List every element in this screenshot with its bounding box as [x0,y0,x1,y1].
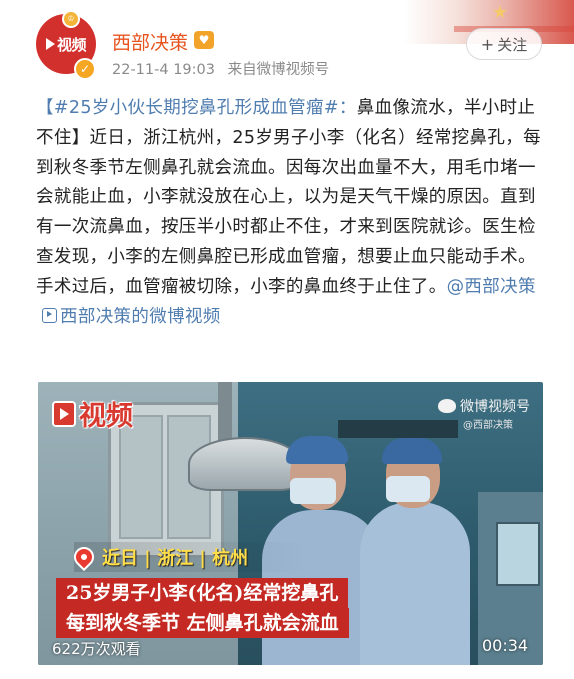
crown-icon: ♔ [62,10,80,28]
follow-button-label: 关注 [497,35,528,54]
avatar-label: 视频 [56,35,87,54]
surgical-lamp [188,437,302,491]
video-duration: 00:34 [482,636,529,655]
post-text: 鼻血像流水，半小时止不住】近日，浙江杭州，25岁男子小李（化名）经常挖鼻孔，每到… [36,98,541,297]
video-link[interactable]: 西部决策的微博视频 [60,307,221,327]
avatar-play-icon [45,38,55,50]
video-location: 近日 | 浙江 | 杭州 [69,542,309,572]
video-watermark: 微博视频号 [438,396,530,416]
video-player[interactable]: 视频 微博视频号 @西部决策 近日 | 浙江 | 杭州 25岁男子小李(化名)经… [38,382,543,665]
mention-link[interactable]: @西部决策 [447,277,536,297]
star-icon: ★ [491,2,508,23]
video-logo: 视频 [52,394,133,433]
video-caption-line2: 每到秋冬季节 左侧鼻孔就会流血 [56,608,349,638]
video-watermark-sub: @西部决策 [463,420,513,431]
surgeon-figure [360,502,470,665]
follow-button[interactable]: + 关注 [466,28,542,60]
location-pin-icon [69,542,99,572]
verified-icon: ✓ [74,58,96,80]
weibo-icon [438,399,456,413]
post-timestamp: 22-11-4 19:03 [112,62,215,78]
video-link-icon [42,307,57,323]
video-logo-text: 视频 [79,401,133,432]
post-body: 【#25岁小伙长期挖鼻孔形成血管瘤#：鼻血像流水，半小时止不住】近日，浙江杭州，… [36,94,542,332]
hashtag-link[interactable]: 【#25岁小伙长期挖鼻孔形成血管瘤#： [36,98,357,118]
post-header: ★ 视频 ♔ ✓ 西部决策 ♥ 22-11-4 19:03 来自微博视频号 + … [0,0,574,90]
vip-badge-icon[interactable]: ♥ [194,31,214,49]
video-location-text: 近日 | 浙江 | 杭州 [102,548,249,569]
plus-icon: + [480,34,495,54]
video-view-count: 622万次观看 [52,640,141,658]
play-icon [52,400,76,427]
video-caption-line1: 25岁男子小李(化名)经常挖鼻孔 [56,578,349,608]
username[interactable]: 西部决策 [112,28,188,55]
post-source: 来自微博视频号 [227,62,330,78]
post-meta: 22-11-4 19:03 来自微博视频号 [112,58,329,79]
